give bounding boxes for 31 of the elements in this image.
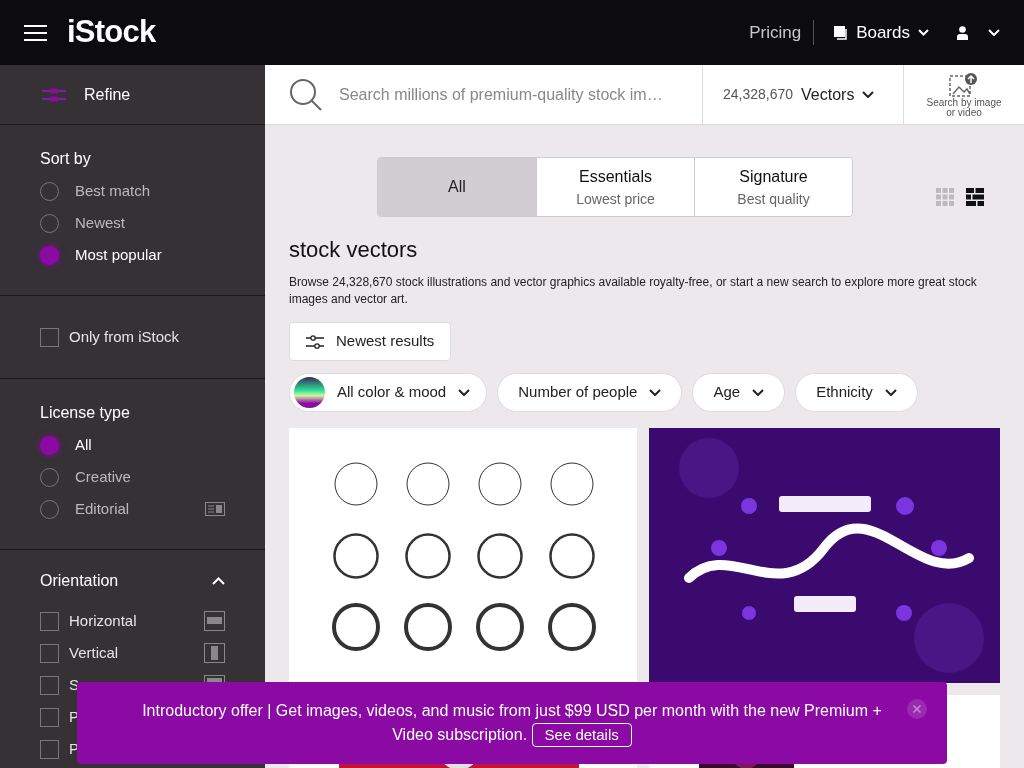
option-label: Newest [75, 212, 126, 233]
option-label: Creative [75, 466, 131, 487]
option-label: Vertical [69, 642, 119, 663]
pricing-link[interactable]: Pricing [749, 19, 815, 46]
search-field[interactable]: Search millions of premium-quality stock im… [339, 82, 690, 107]
type-dropdown[interactable]: 24,328,670 Vectors [702, 65, 903, 124]
filter-dropdown[interactable]: Ethnicity [795, 373, 918, 412]
option-label: All [75, 434, 92, 455]
tab[interactable]: Signature Best quality [694, 158, 852, 216]
option-label: Most popular [75, 244, 162, 265]
option-label: Horizontal [69, 610, 137, 631]
section-title: License type [40, 403, 131, 423]
refine-label: Refine [84, 84, 131, 105]
description-text: Browse 24,328,670 stock illustrations and vector graphics available royalty-free, or start a new search to explore more great stock images and vector art. [289, 274, 978, 308]
page-heading: stock vectors [289, 236, 419, 264]
filter-dropdown[interactable]: Number of people [497, 373, 683, 412]
offer-text: Introductory offer | Get images, videos, and music from just $99 USD per month with the new Premium + Video subscription. See details [122, 699, 902, 747]
see-details-link[interactable]: See details [531, 723, 632, 747]
option-label: Editorial [75, 498, 130, 519]
option-label: Only from iStock [69, 326, 180, 347]
section-title: Sort by [40, 149, 92, 169]
option-label: Best match [75, 180, 151, 201]
logo[interactable]: iStock [67, 9, 156, 56]
filter-dropdown[interactable]: Age [692, 373, 786, 412]
filter-dropdown[interactable]: All color & mood [289, 373, 488, 412]
image-search-button[interactable]: Search by image or video [903, 65, 1024, 124]
section-title: Orientation [40, 571, 119, 591]
tab[interactable]: Essentials Lowest price [536, 158, 694, 216]
tab[interactable]: All [378, 158, 536, 216]
newest-results-button[interactable]: Newest results [289, 322, 452, 361]
boards-button[interactable]: Boards [834, 19, 929, 46]
